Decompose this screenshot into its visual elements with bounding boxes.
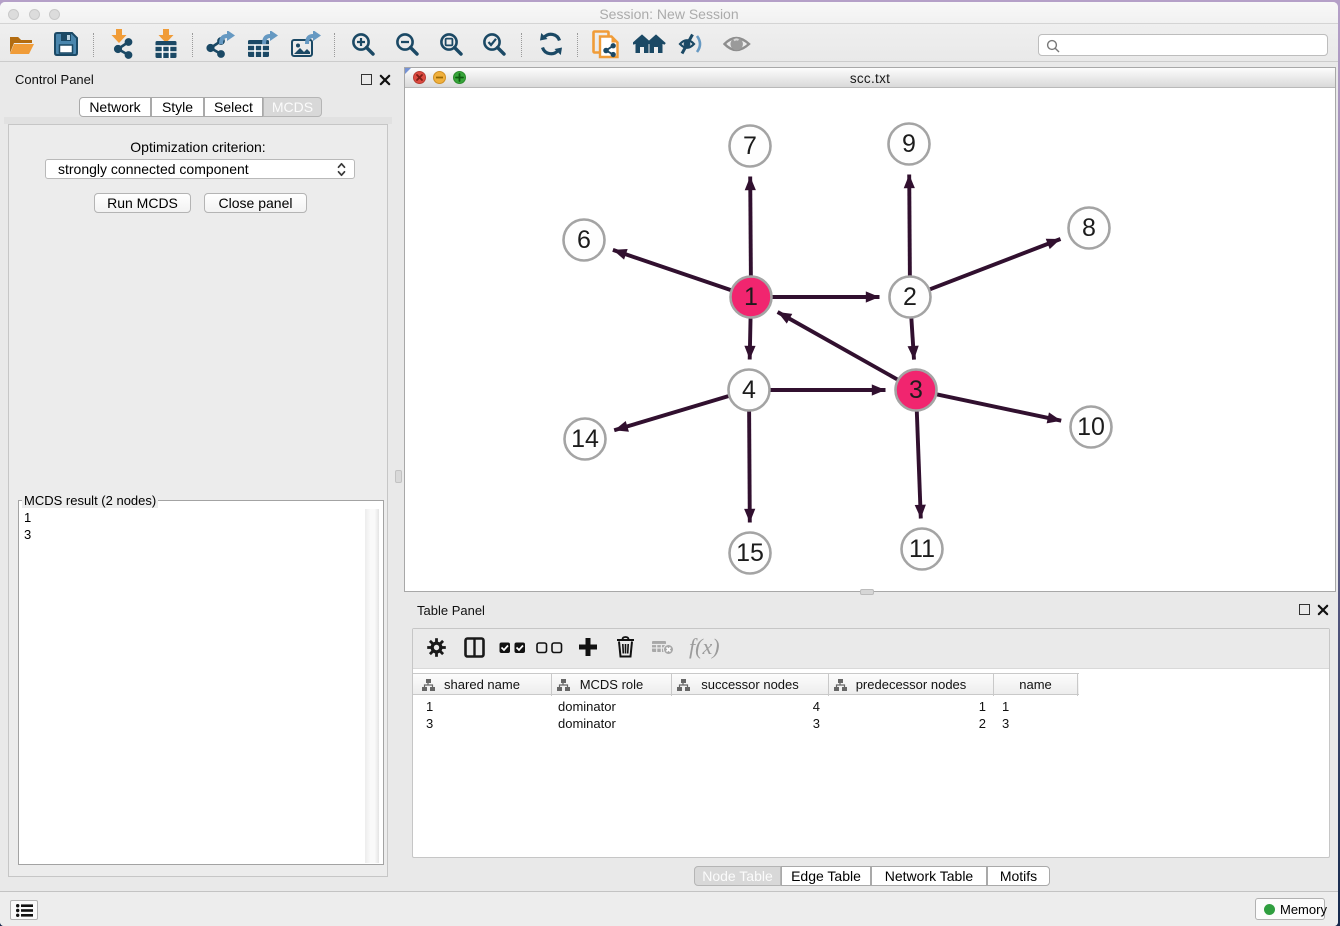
svg-text:15: 15 — [736, 539, 764, 567]
svg-text:10: 10 — [1077, 413, 1105, 441]
svg-text:2: 2 — [903, 283, 917, 311]
svg-text:7: 7 — [743, 132, 757, 160]
svg-text:3: 3 — [909, 376, 923, 404]
svg-text:9: 9 — [902, 130, 916, 158]
svg-text:8: 8 — [1082, 214, 1096, 242]
svg-text:11: 11 — [909, 535, 935, 563]
svg-text:6: 6 — [577, 226, 591, 254]
svg-text:4: 4 — [742, 376, 756, 404]
svg-text:1: 1 — [744, 283, 758, 311]
svg-text:14: 14 — [571, 425, 599, 453]
